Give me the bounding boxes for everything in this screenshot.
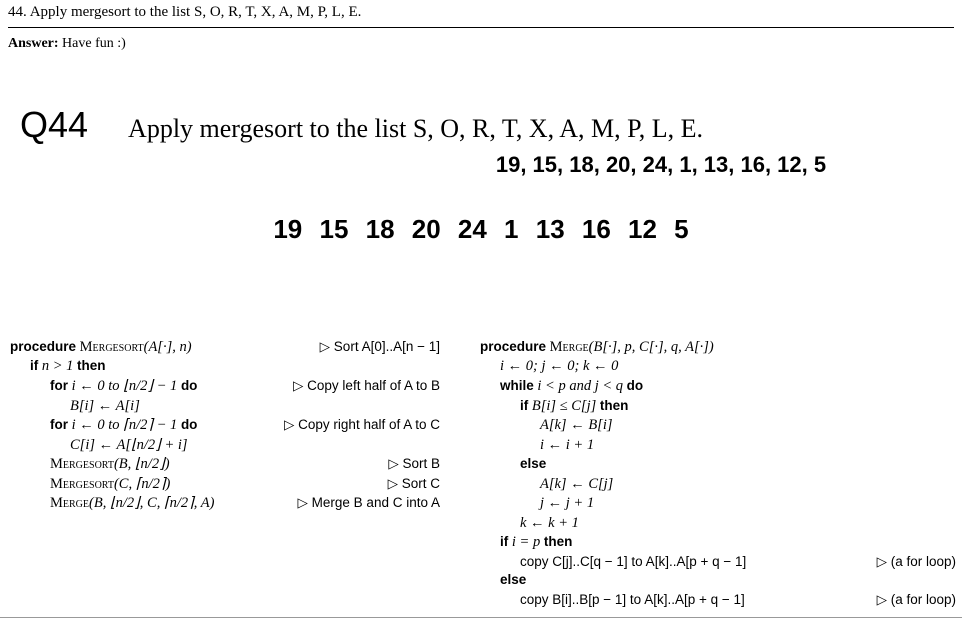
call-name: Mergesort [50,476,114,492]
stmt: j ← j + 1 [540,494,594,514]
comment: ▷ Copy left half of A to B [275,377,440,397]
stmt: B[i] ← A[i] [70,397,140,417]
kw-procedure: procedure [480,339,546,354]
for-range: i ← 0 to ⌈n/2⌉ − 1 [68,417,181,433]
stmt: A[k] ← C[j] [540,475,613,495]
kw-for: for [50,417,68,432]
kw-do: do [627,378,644,393]
for-range: i ← 0 to ⌊n/2⌋ − 1 [68,378,181,394]
kw-if: if [500,534,508,549]
kw-procedure: procedure [10,339,76,354]
cond: i = p [508,534,544,550]
proc-name: Mergesort [80,339,144,355]
answer-line: Answer: Have fun :) [8,36,954,52]
slide-title: Apply mergesort to the list S, O, R, T, … [128,114,703,144]
textbook-header: 44. Apply mergesort to the list S, O, R,… [0,0,962,60]
stmt: C[i] ← A[⌊n/2⌋ + i] [70,436,188,456]
proc-args: (A[·], n) [144,339,192,355]
question-line: 44. Apply mergesort to the list S, O, R,… [8,4,954,21]
cond: i < p and j < q [534,378,627,394]
kw-then: then [600,398,629,413]
answer-text: Have fun :) [62,36,126,51]
stmt: copy B[i]..B[p − 1] to A[k]..A[p + q − 1… [520,591,745,609]
kw-if: if [30,358,38,373]
proc-args: (B[·], p, C[·], q, A[·]) [589,339,714,355]
question-text: Apply mergesort to the list S, O, R, T, … [30,4,362,20]
stmt: copy C[j]..C[q − 1] to A[k]..A[p + q − 1… [520,553,746,571]
kw-for: for [50,378,68,393]
call-name: Merge [50,495,89,511]
question-number: 44. [8,4,27,20]
big-sequence: 19 15 18 20 24 1 13 16 12 5 [0,214,962,245]
copy-stmt: copy C[j]..C[q − 1] to A[k]..A[p + q − 1… [520,554,746,569]
comment: ▷ Merge B and C into A [280,494,440,514]
call-args: (C, ⌈n/2⌉) [114,476,170,492]
stmt: i ← i + 1 [540,436,594,456]
kw-else: else [500,572,526,587]
cond: n > 1 [38,358,77,374]
comment: ▷ (a for loop) [859,591,956,609]
mergesort-pseudocode: procedure Mergesort(A[·], n) ▷ Sort A[0]… [10,338,440,609]
kw-if: if [520,398,528,413]
kw-do: do [181,417,198,432]
letter-numbers: 19, 15, 18, 20, 24, 1, 13, 16, 12, 5 [360,152,962,178]
kw-while: while [500,378,534,393]
slide-qlabel: Q44 [20,104,88,146]
stmt: i ← 0; j ← 0; k ← 0 [500,357,618,377]
call-args: (B, ⌊n/2⌋, C, ⌈n/2⌉, A) [89,495,214,511]
call-name: Mergesort [50,456,114,472]
comment: ▷ Copy right half of A to C [266,416,440,436]
slide: Q44 Apply mergesort to the list S, O, R,… [0,84,962,618]
kw-else: else [520,456,546,471]
comment: ▷ Sort B [370,455,440,475]
cond: B[i] ≤ C[j] [528,398,600,414]
proc-name: Merge [550,339,589,355]
answer-label: Answer: [8,36,59,51]
kw-then: then [77,358,106,373]
merge-pseudocode: procedure Merge(B[·], p, C[·], q, A[·]) … [480,338,956,609]
stmt: A[k] ← B[i] [540,416,613,436]
copy-stmt: copy B[i]..B[p − 1] to A[k]..A[p + q − 1… [520,592,745,607]
comment: ▷ Sort A[0]..A[n − 1] [302,338,440,358]
algorithms: procedure Mergesort(A[·], n) ▷ Sort A[0]… [0,338,962,609]
call-args: (B, ⌊n/2⌋) [114,456,170,472]
comment: ▷ (a for loop) [859,553,956,571]
slide-header: Q44 Apply mergesort to the list S, O, R,… [0,84,962,148]
kw-do: do [181,378,198,393]
kw-then: then [544,534,573,549]
stmt: k ← k + 1 [520,514,579,534]
divider [8,27,954,28]
comment: ▷ Sort C [370,475,440,495]
